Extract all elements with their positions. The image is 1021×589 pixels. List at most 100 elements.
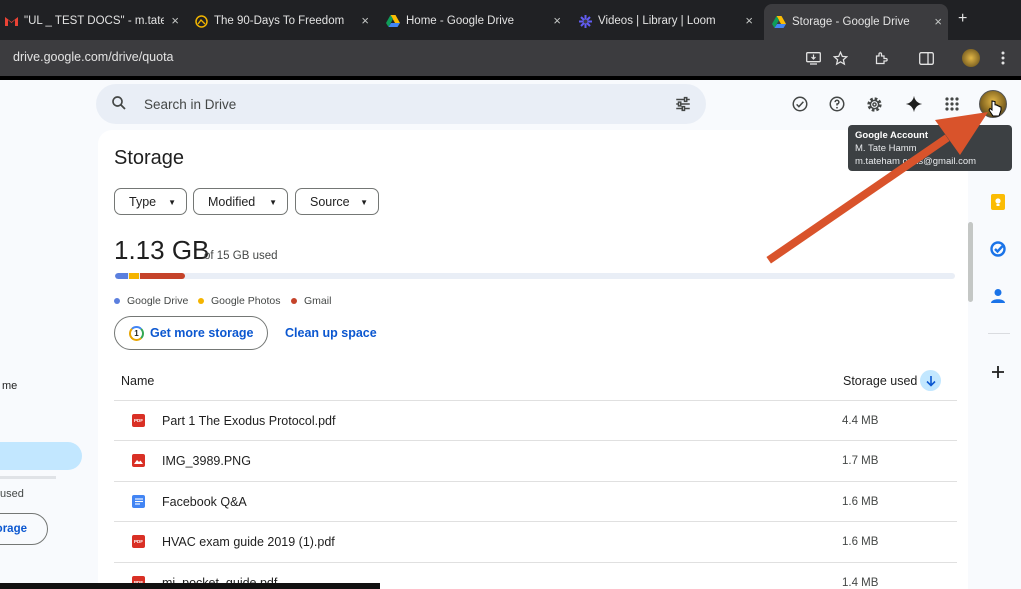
file-name: Facebook Q&A — [162, 495, 247, 509]
column-header-name[interactable]: Name — [121, 374, 154, 388]
toolbar-divider — [0, 76, 1021, 80]
clean-up-space-link[interactable]: Clean up space — [285, 326, 377, 340]
chevron-down-icon: ▼ — [360, 198, 368, 207]
gmail-icon — [4, 14, 18, 28]
storage-used-amount: 1.13 GB — [114, 235, 210, 265]
legend-label: Google Drive — [127, 295, 189, 307]
legend-dot — [291, 298, 297, 304]
drive-icon — [386, 14, 400, 28]
account-tooltip: Google Account M. Tate Hamm m.tateham on… — [848, 125, 1012, 171]
new-tab-button[interactable]: + — [958, 10, 967, 28]
close-tab-icon[interactable]: × — [745, 13, 753, 28]
tab-title: Videos | Library | Loom — [598, 15, 716, 27]
filter-modified-chip[interactable]: Modified ▼ — [193, 188, 288, 215]
filter-modified-label: Modified — [208, 194, 256, 209]
kebab-menu-icon[interactable] — [994, 49, 1012, 67]
keep-icon[interactable] — [989, 193, 1007, 211]
file-row[interactable]: PDF HVAC exam guide 2019 (1).pdf 1.6 MB — [114, 521, 957, 561]
drive-icon — [772, 15, 786, 29]
help-icon[interactable] — [827, 94, 847, 114]
pdf-icon: PDF — [132, 535, 145, 548]
legend-google-drive: Google Drive — [114, 295, 188, 307]
profile-avatar-icon[interactable] — [962, 49, 980, 67]
tab-title: The 90-Days To Freedom — [214, 15, 345, 27]
tab-90-days[interactable]: The 90-Days To Freedom × — [190, 6, 375, 36]
filter-source-label: Source — [310, 194, 350, 209]
file-row[interactable]: IMG_3989.PNG 1.7 MB — [114, 440, 957, 480]
ready-for-offline-icon[interactable] — [790, 94, 810, 114]
file-size: 1.6 MB — [842, 536, 879, 548]
close-tab-icon[interactable]: × — [553, 13, 561, 28]
nav-storage-used-text: used — [0, 488, 24, 500]
sort-descending-icon[interactable] — [920, 370, 941, 391]
filter-source-chip[interactable]: Source ▼ — [295, 188, 379, 215]
apps-grid-icon[interactable] — [942, 94, 962, 114]
tooltip-email: m.tateham onds@gmail.com — [855, 156, 977, 167]
search-bar[interactable]: Search in Drive — [96, 84, 706, 124]
legend-label: Gmail — [304, 295, 332, 307]
tooltip-name: M. Tate Hamm — [855, 143, 917, 154]
tooltip-title: Google Account — [855, 130, 929, 141]
scrollbar[interactable] — [968, 222, 973, 302]
address-bar[interactable]: drive.google.com/drive/quota — [13, 50, 174, 64]
file-size: 1.6 MB — [842, 496, 879, 508]
nav-item-shared-with-me[interactable]: me — [2, 380, 17, 392]
side-panel-icon[interactable] — [917, 49, 935, 67]
legend-gmail: Gmail — [291, 295, 331, 307]
search-icon — [110, 94, 128, 117]
page-title: Storage — [114, 147, 185, 169]
legend-dot — [114, 298, 120, 304]
quota-segment-google-photos — [129, 273, 139, 279]
gemini-icon[interactable] — [904, 94, 924, 114]
tab-gmail[interactable]: "UL _ TEST DOCS" - m.tate × — [0, 6, 185, 36]
tab-home-drive[interactable]: Home - Google Drive × — [382, 6, 567, 36]
file-name: IMG_3989.PNG — [162, 454, 251, 468]
install-app-icon[interactable] — [804, 49, 822, 67]
close-tab-icon[interactable]: × — [934, 14, 942, 29]
file-size: 1.7 MB — [842, 455, 879, 467]
chevron-down-icon: ▼ — [269, 198, 277, 207]
nav-item-storage-selected[interactable] — [0, 442, 82, 470]
add-icon[interactable] — [989, 363, 1007, 381]
legend-label: Google Photos — [211, 295, 281, 307]
tasks-icon[interactable] — [989, 240, 1007, 258]
tab-loom[interactable]: Videos | Library | Loom × — [574, 6, 759, 36]
legend-dot — [198, 298, 204, 304]
file-size: 4.4 MB — [842, 415, 879, 427]
google-one-icon: 1 — [129, 326, 144, 341]
filter-type-label: Type — [129, 194, 157, 209]
image-icon — [132, 454, 145, 467]
filter-type-chip[interactable]: Type ▼ — [114, 188, 187, 215]
side-panel — [978, 130, 1021, 589]
bookmark-star-icon[interactable] — [831, 49, 849, 67]
column-header-storage-used[interactable]: Storage used — [843, 374, 917, 388]
tab-storage-drive[interactable]: Storage - Google Drive × — [764, 4, 948, 40]
nav-get-more-storage-label: orage — [0, 523, 27, 535]
file-name: HVAC exam guide 2019 (1).pdf — [162, 535, 335, 549]
storage-quota-bar — [115, 273, 955, 279]
nav-get-more-storage-button[interactable]: orage — [0, 513, 48, 545]
get-more-storage-button[interactable]: 1 Get more storage — [114, 316, 268, 350]
tab-title: Storage - Google Drive — [792, 16, 910, 28]
doc-icon — [132, 495, 145, 508]
nav-storage-bar — [0, 476, 56, 479]
search-options-icon[interactable] — [674, 95, 692, 118]
tab-title: "UL _ TEST DOCS" - m.tate — [24, 15, 164, 27]
file-size: 1.4 MB — [842, 577, 879, 589]
tab-title: Home - Google Drive — [406, 15, 515, 27]
close-tab-icon[interactable]: × — [361, 13, 369, 28]
extensions-icon[interactable] — [872, 49, 890, 67]
file-row[interactable]: PDF Part 1 The Exodus Protocol.pdf 4.4 M… — [114, 400, 957, 440]
file-row[interactable]: Facebook Q&A 1.6 MB — [114, 481, 957, 521]
settings-icon[interactable] — [864, 94, 884, 114]
contacts-icon[interactable] — [989, 287, 1007, 305]
mouse-cursor-icon — [988, 100, 1002, 117]
close-tab-icon[interactable]: × — [171, 13, 179, 28]
browser-tab-strip: "UL _ TEST DOCS" - m.tate × The 90-Days … — [0, 0, 1021, 40]
site-icon — [194, 14, 208, 28]
quota-segment-google-drive — [115, 273, 128, 279]
chevron-down-icon: ▼ — [168, 198, 176, 207]
search-input[interactable]: Search in Drive — [144, 97, 236, 112]
video-progress-bar — [0, 583, 380, 589]
get-more-storage-label: Get more storage — [150, 326, 254, 340]
